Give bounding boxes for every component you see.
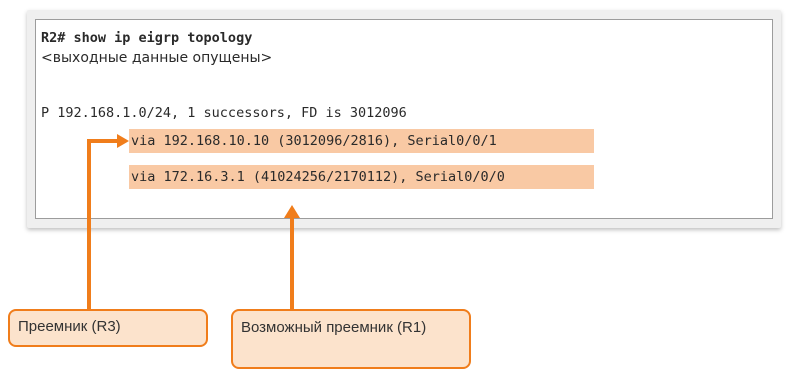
feasible-successor-callout: Возможный преемник (R1) (231, 309, 471, 369)
feasible-successor-route-line: via 172.16.3.1 (41024256/2170112), Seria… (131, 169, 505, 185)
omitted-output-note: <выходные данные опущены> (41, 50, 273, 66)
successor-callout: Преемник (R3) (8, 309, 208, 347)
successor-route-line: via 192.168.10.10 (3012096/2816), Serial… (131, 133, 497, 149)
route-entry-line: P 192.168.1.0/24, 1 successors, FD is 30… (41, 105, 407, 121)
command-line: R2# show ip eigrp topology (41, 30, 253, 46)
successor-connector-horizontal (87, 139, 119, 143)
successor-arrow-icon (117, 134, 129, 148)
successor-connector-vertical (87, 139, 91, 311)
feasible-successor-arrow-icon (284, 205, 300, 218)
feasible-successor-connector (290, 218, 294, 311)
